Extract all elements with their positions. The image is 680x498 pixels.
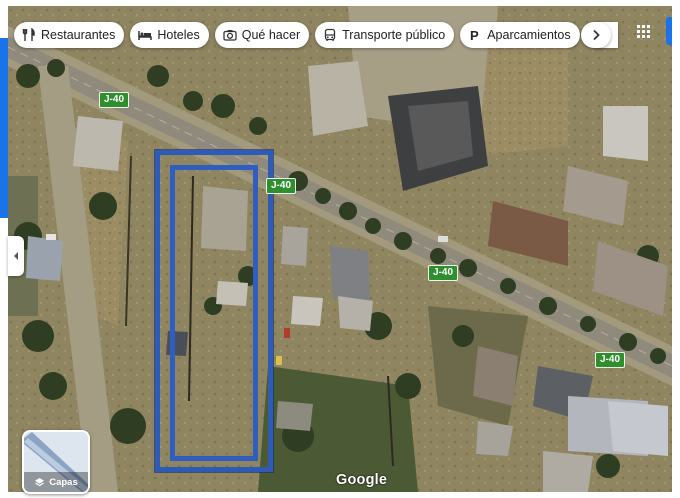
parking-icon: P [470, 28, 479, 42]
apps-grid-button[interactable] [628, 17, 658, 47]
road-label-j40: J-40 [99, 92, 130, 108]
map-window: J-40 J-40 J-40 J-40 Restaurantes Hoteles [0, 0, 680, 498]
apps-grid-icon [637, 25, 650, 38]
parcel-inner-outline [170, 165, 258, 461]
satellite-map[interactable]: J-40 J-40 J-40 J-40 [8, 6, 672, 492]
chevron-right-icon [593, 29, 600, 41]
layers-text: Capas [49, 476, 78, 488]
layers-label: Capas [24, 472, 88, 492]
road-label-j40: J-40 [428, 265, 459, 281]
side-panel-edge [0, 38, 8, 218]
road-label-j40: J-40 [595, 352, 626, 368]
camera-icon [223, 30, 237, 41]
chip-label: Qué hacer [241, 28, 301, 42]
google-logo: Google [336, 472, 388, 488]
category-chip-bar: Restaurantes Hoteles Qué hacer Transport… [14, 22, 618, 48]
chip-label: Aparcamientos [487, 28, 571, 42]
collapse-side-panel-button[interactable] [8, 236, 24, 276]
chip-things-to-do[interactable]: Qué hacer [214, 22, 310, 48]
chip-label: Restaurantes [41, 28, 116, 42]
chip-label: Hoteles [157, 28, 200, 42]
satellite-imagery [8, 6, 672, 492]
layers-button[interactable]: Capas [22, 430, 90, 494]
chevron-left-icon [14, 252, 18, 260]
chip-parking[interactable]: P Aparcamientos [460, 22, 580, 48]
layers-icon [35, 477, 45, 486]
chip-hotels[interactable]: Hoteles [130, 22, 209, 48]
scroll-chips-button[interactable] [581, 22, 611, 48]
chip-label: Transporte público [342, 28, 446, 42]
chip-public-transport[interactable]: Transporte público [315, 22, 455, 48]
chip-restaurants[interactable]: Restaurantes [14, 22, 125, 48]
svg-text:P: P [470, 28, 479, 42]
road-label-j40: J-40 [266, 178, 297, 194]
restaurant-icon [22, 28, 35, 41]
bus-icon [324, 28, 336, 41]
hotel-bed-icon [138, 31, 153, 40]
account-badge-edge[interactable] [666, 17, 672, 45]
